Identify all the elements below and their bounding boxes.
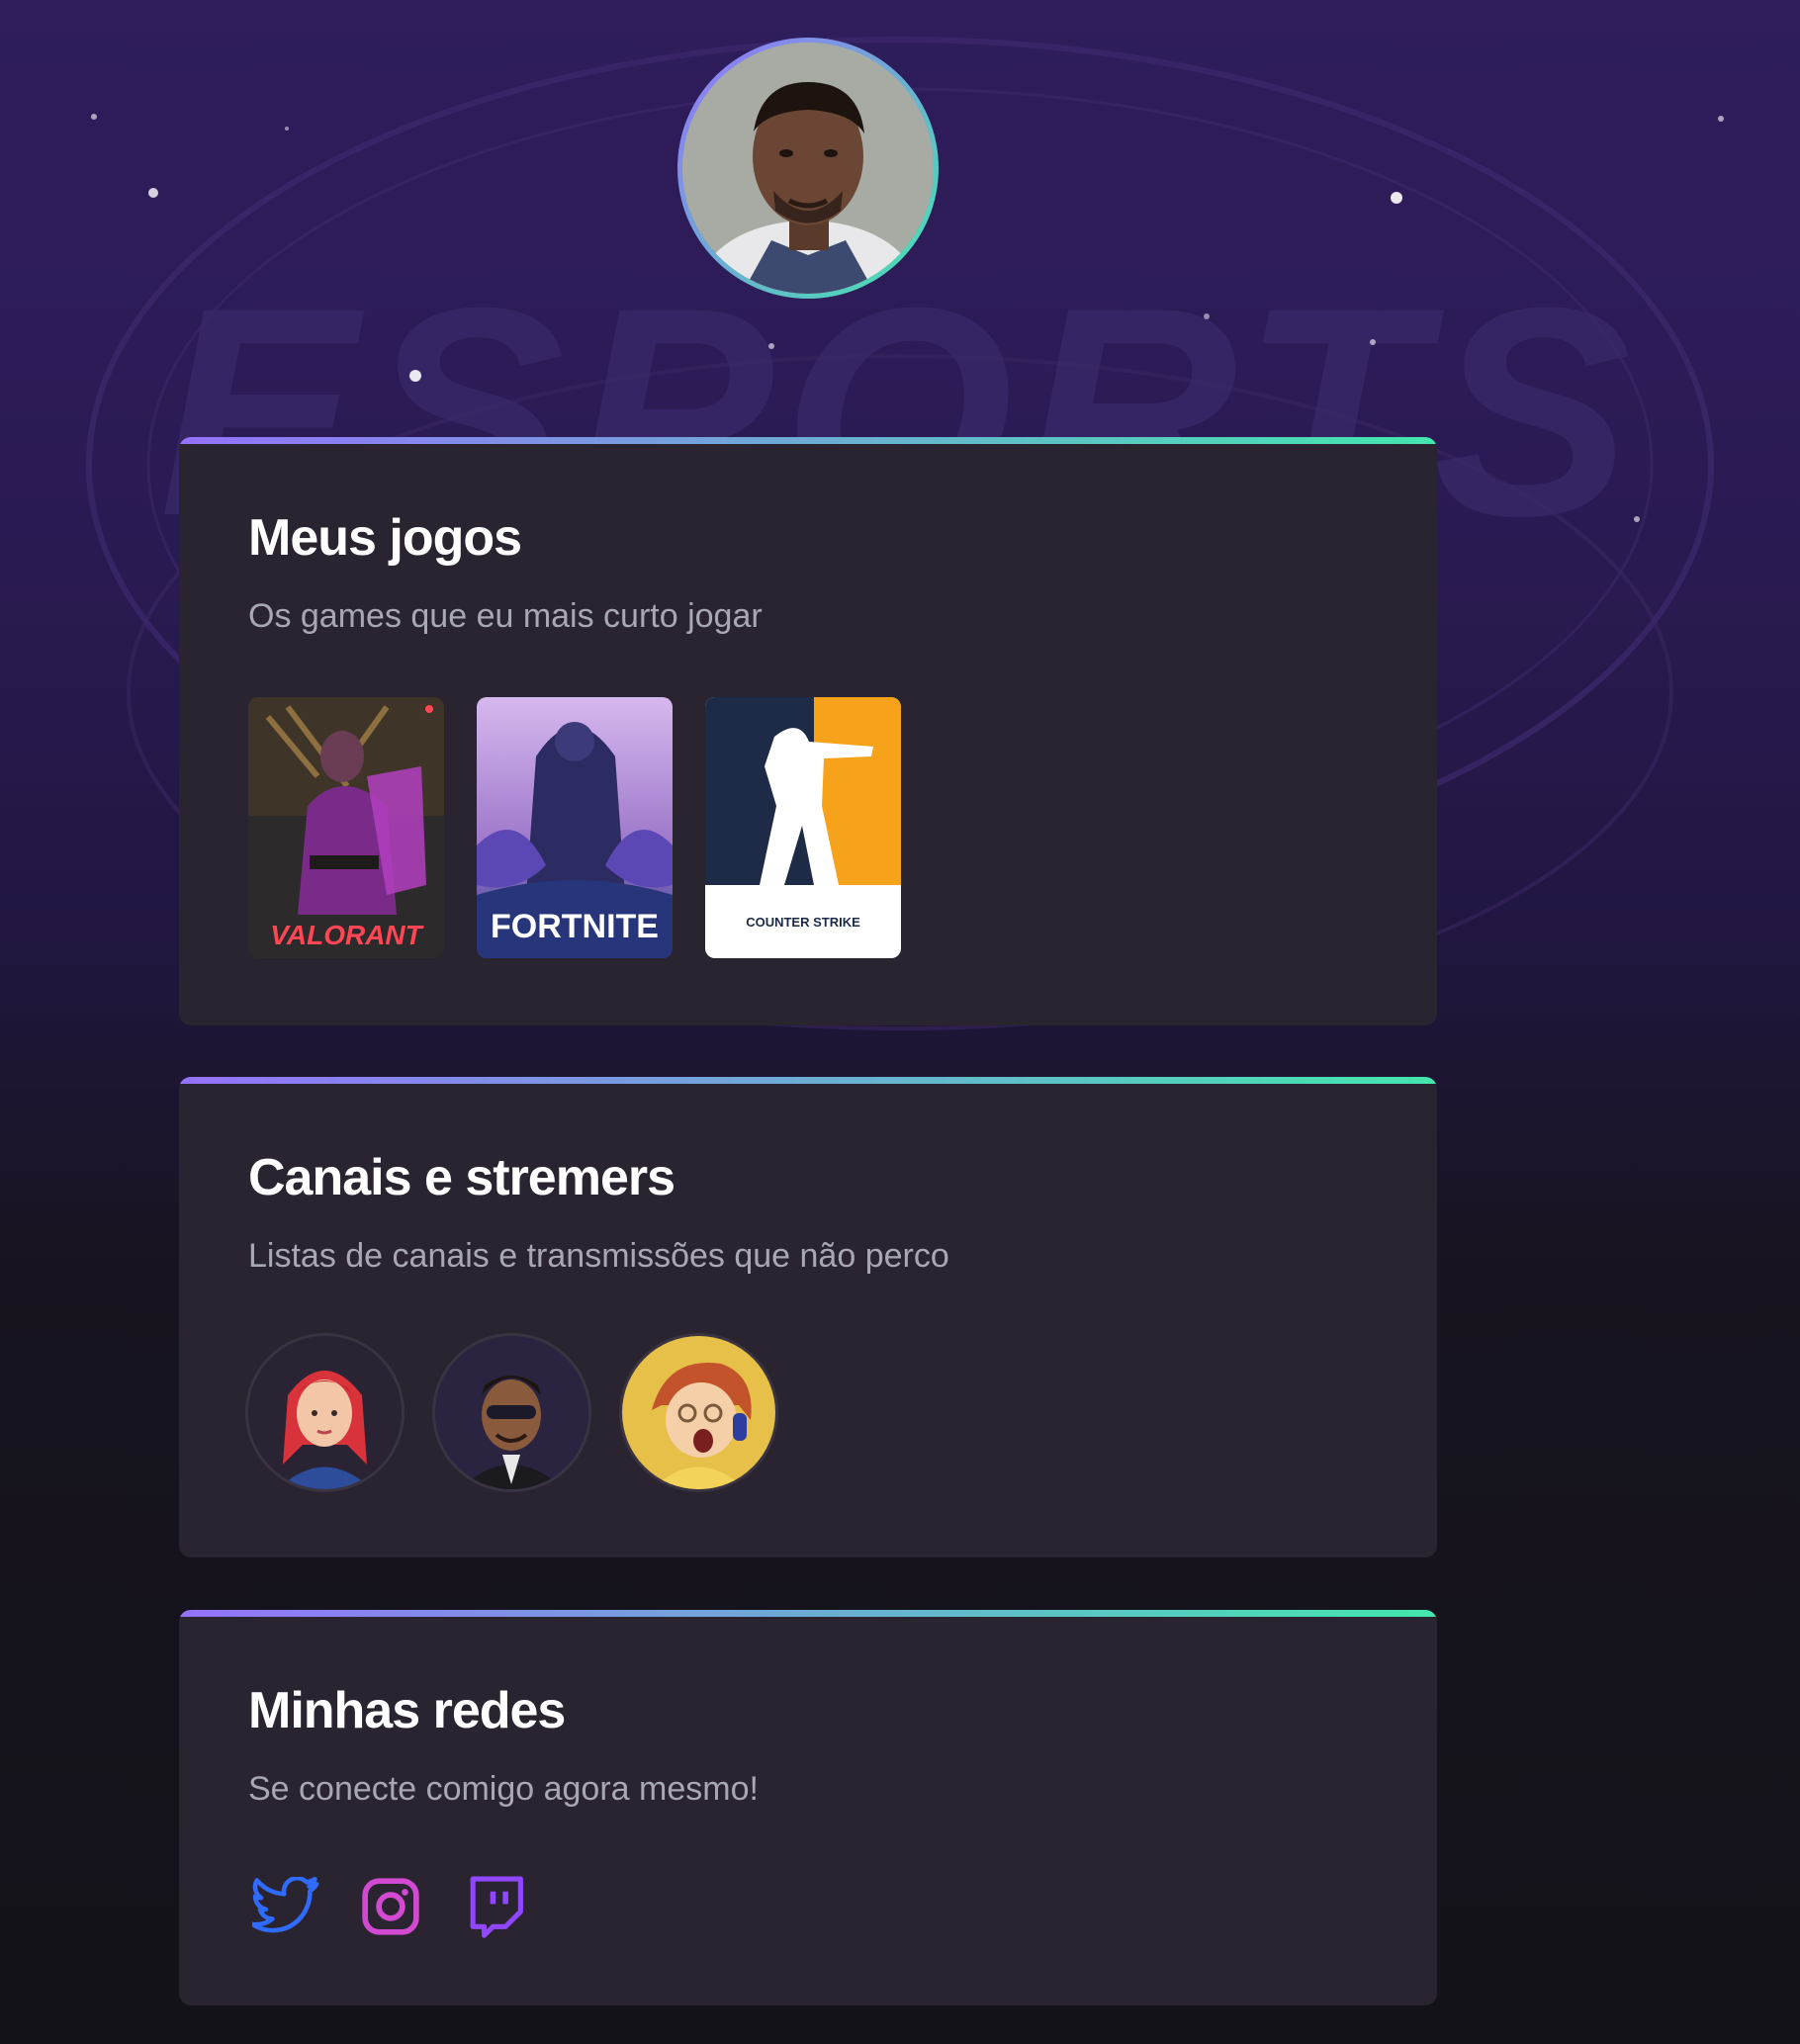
game-valorant-label: VALORANT [270,920,424,950]
instagram-icon[interactable] [353,1869,428,1944]
games-subtitle: Os games que eu mais curto jogar [248,597,763,635]
twitter-icon[interactable] [248,1869,323,1944]
streamers-title: Canais e stremers [248,1149,675,1206]
streamer-avatar[interactable] [248,1336,402,1489]
avatar [682,43,934,294]
streamers-subtitle: Listas de canais e transmissões que não … [248,1237,949,1275]
streamer-avatar[interactable] [622,1336,775,1489]
twitch-icon[interactable] [458,1869,533,1944]
social-list [248,1869,533,1944]
streamers-list [248,1336,775,1489]
games-list: VALORANT FORTNITE COUNTER STRIKE [248,697,901,958]
social-subtitle: Se conecte comigo agora mesmo! [248,1770,759,1808]
games-card: Meus jogos Os games que eu mais curto jo… [179,437,1437,1025]
game-fortnite[interactable]: FORTNITE [477,697,673,958]
games-title: Meus jogos [248,509,522,567]
game-fortnite-label: FORTNITE [491,908,659,945]
avatar-photo [682,43,934,294]
social-title: Minhas redes [248,1682,566,1739]
streamer-avatar[interactable] [435,1336,588,1489]
game-valorant[interactable]: VALORANT [248,697,444,958]
game-cs-label: COUNTER STRIKE [746,915,860,930]
social-card: Minhas redes Se conecte comigo agora mes… [179,1610,1437,2005]
game-counter-strike[interactable]: COUNTER STRIKE [705,697,901,958]
profile-avatar [677,38,939,299]
streamers-card: Canais e stremers Listas de canais e tra… [179,1077,1437,1557]
